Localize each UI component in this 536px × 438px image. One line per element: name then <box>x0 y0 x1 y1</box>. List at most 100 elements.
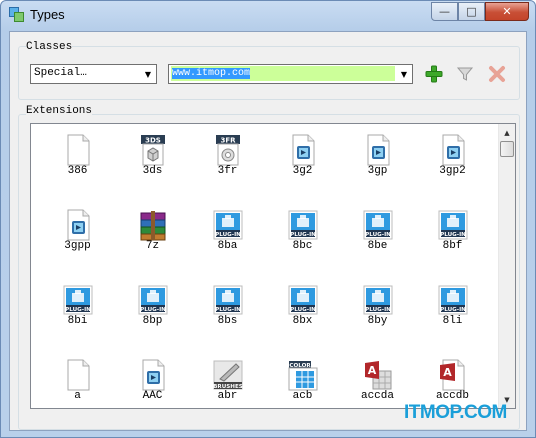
extension-item[interactable]: PLUG-IN 8bi <box>40 274 115 349</box>
delete-icon <box>489 66 505 82</box>
brushes-icon: BRUSHES <box>213 360 243 390</box>
plugin-icon: PLUG-IN <box>363 210 393 240</box>
extension-item[interactable]: 3gp2 <box>415 124 490 199</box>
video-file-icon <box>142 359 165 391</box>
svg-text:PLUG-IN: PLUG-IN <box>140 307 166 313</box>
extension-item[interactable]: 3g2 <box>265 124 340 199</box>
classes-label: Classes <box>26 41 73 53</box>
plugin-icon: PLUG-IN <box>438 210 468 240</box>
extensions-list[interactable]: 386 3DS 3ds 3FR 3fr 3g2 3gp 3gp2 3gpp 7z PLUG-IN 8b… <box>30 123 516 409</box>
extension-label: 8by <box>367 315 388 327</box>
extension-item[interactable]: 7z <box>115 199 190 274</box>
minimize-button[interactable]: — <box>431 2 458 21</box>
extension-item[interactable]: PLUG-IN 8bx <box>265 274 340 349</box>
filter-icon <box>456 67 474 81</box>
blank-file-icon <box>67 359 90 391</box>
extension-label: 386 <box>67 165 88 177</box>
extension-item[interactable]: PLUG-IN 8bc <box>265 199 340 274</box>
plugin-icon: PLUG-IN <box>63 285 93 315</box>
filter-button[interactable] <box>454 63 476 85</box>
svg-text:PLUG-IN: PLUG-IN <box>215 307 241 313</box>
chevron-down-icon[interactable]: ▼ <box>396 65 412 83</box>
video-file-icon <box>292 134 315 166</box>
extension-label: 7z <box>145 240 160 252</box>
types-window: Types — □ ✕ Classes Special… ▼ www.itmop… <box>0 0 536 438</box>
access-db-icon: A <box>440 359 465 391</box>
scrollbar-thumb[interactable] <box>500 141 514 157</box>
plugin-icon: PLUG-IN <box>288 210 318 240</box>
svg-text:PLUG-IN: PLUG-IN <box>440 232 466 238</box>
extension-item[interactable]: 3gp <box>340 124 415 199</box>
access-addin-icon: A <box>365 361 392 390</box>
extension-item[interactable]: PLUG-IN 8bs <box>190 274 265 349</box>
svg-text:PLUG-IN: PLUG-IN <box>290 232 316 238</box>
svg-text:PLUG-IN: PLUG-IN <box>365 307 391 313</box>
add-button[interactable] <box>423 63 445 85</box>
plugin-icon: PLUG-IN <box>213 285 243 315</box>
svg-text:PLUG-IN: PLUG-IN <box>365 232 391 238</box>
extension-item[interactable]: PLUG-IN 8bp <box>115 274 190 349</box>
extension-item[interactable]: COLOR acb <box>265 349 340 408</box>
extension-label: 8bx <box>292 315 313 327</box>
chevron-down-icon[interactable]: ▼ <box>140 65 156 83</box>
extension-label: 8bs <box>217 315 238 327</box>
delete-button[interactable] <box>486 63 508 85</box>
extension-label: 3ds <box>142 165 163 177</box>
archive-icon <box>140 211 166 241</box>
extension-input[interactable]: www.itmop.com <box>171 66 395 81</box>
title-bar[interactable]: Types — □ ✕ <box>1 1 535 29</box>
video-file-icon <box>67 209 90 241</box>
extension-item[interactable]: PLUG-IN 8by <box>340 274 415 349</box>
extensions-label: Extensions <box>26 105 93 117</box>
video-file-icon <box>367 134 390 166</box>
extension-input-value: www.itmop.com <box>172 68 251 79</box>
extension-item[interactable]: 3DS 3ds <box>115 124 190 199</box>
extension-label: 8bf <box>442 240 463 252</box>
extension-item[interactable]: PLUG-IN 8ba <box>190 199 265 274</box>
extension-label: 3g2 <box>292 165 313 177</box>
maximize-button[interactable]: □ <box>458 2 485 21</box>
extension-label: accdb <box>435 390 469 402</box>
extension-item[interactable]: 386 <box>40 124 115 199</box>
dialog-client: Classes Special… ▼ www.itmop.com ▼ Exten… <box>9 31 527 431</box>
svg-text:PLUG-IN: PLUG-IN <box>440 307 466 313</box>
extension-item[interactable]: Aaccdb <box>415 349 490 408</box>
caption-buttons: — □ ✕ <box>431 2 529 21</box>
extension-label: 3gp2 <box>439 165 466 177</box>
class-select[interactable]: Special… ▼ <box>30 64 157 84</box>
extension-item[interactable]: PLUG-IN 8li <box>415 274 490 349</box>
extension-item[interactable]: PLUG-IN 8be <box>340 199 415 274</box>
extension-label: 8li <box>442 315 463 327</box>
extension-label: abr <box>217 390 238 402</box>
extension-combo[interactable]: www.itmop.com ▼ <box>168 64 413 84</box>
scroll-up-icon[interactable]: ▲ <box>499 124 515 141</box>
svg-text:PLUG-IN: PLUG-IN <box>65 307 91 313</box>
extension-item[interactable]: 3FR 3fr <box>190 124 265 199</box>
plugin-icon: PLUG-IN <box>213 210 243 240</box>
blank-file-icon <box>67 134 90 166</box>
svg-text:A: A <box>368 364 377 377</box>
svg-text:BRUSHES: BRUSHES <box>213 384 243 390</box>
video-file-icon <box>442 134 465 166</box>
3ds-icon: 3DS <box>141 135 165 166</box>
extension-item[interactable]: a <box>40 349 115 408</box>
extension-label: 8bp <box>142 315 163 327</box>
extension-item[interactable]: 3gpp <box>40 199 115 274</box>
extension-label: 8bc <box>292 240 313 252</box>
plugin-icon: PLUG-IN <box>438 285 468 315</box>
close-button[interactable]: ✕ <box>485 2 529 21</box>
extension-item[interactable]: Aaccda <box>340 349 415 408</box>
extension-item[interactable]: AAC <box>115 349 190 408</box>
extension-label: 3gp <box>367 165 388 177</box>
extension-label: 3fr <box>217 165 238 177</box>
extension-label: 8bi <box>67 315 88 327</box>
class-select-value: Special… <box>34 67 87 79</box>
extension-label: AAC <box>142 390 163 402</box>
extension-label: 8be <box>367 240 388 252</box>
svg-text:3DS: 3DS <box>145 136 161 144</box>
extension-item[interactable]: PLUG-IN 8bf <box>415 199 490 274</box>
vertical-scrollbar[interactable]: ▲ ▼ <box>498 124 515 408</box>
window-title: Types <box>30 7 65 22</box>
extension-item[interactable]: BRUSHES abr <box>190 349 265 408</box>
color-book-icon: COLOR <box>288 361 318 391</box>
